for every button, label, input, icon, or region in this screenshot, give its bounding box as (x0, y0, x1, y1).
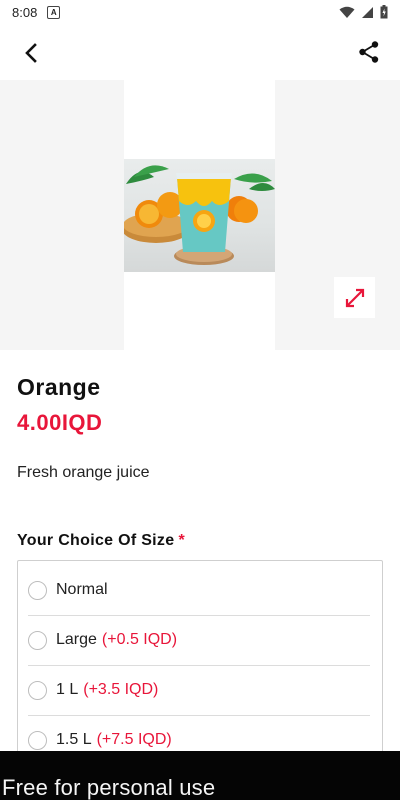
option-label: Large (56, 631, 97, 648)
option-label: 1 L (56, 681, 79, 698)
status-left: 8:08 A (12, 4, 61, 20)
option-extra: (+0.5 IQD) (101, 631, 178, 648)
battery-icon (380, 5, 388, 19)
size-title-text: Your Choice Of Size (17, 532, 175, 549)
product-price: 4.00IQD (17, 410, 103, 435)
option-label: 1.5 L (56, 731, 92, 748)
size-section-title: Your Choice Of Size * (17, 532, 185, 550)
banner-text: Free for personal use (2, 775, 216, 800)
status-right (339, 5, 388, 19)
app-bar (0, 24, 400, 80)
orange-juice-illustration (124, 165, 275, 265)
size-option-1l[interactable]: 1 L (+3.5 IQD) (28, 665, 370, 715)
status-time: 8:08 (12, 4, 38, 20)
expand-icon (345, 288, 364, 307)
size-option-large[interactable]: Large (+0.5 IQD) (28, 615, 370, 665)
signal-icon (362, 6, 373, 18)
size-option-normal[interactable]: Normal (28, 565, 370, 615)
product-name: Orange (17, 374, 101, 400)
status-bar: 8:08 A (0, 0, 400, 24)
watermark-banner: Free for personal use (0, 751, 400, 800)
option-extra: (+3.5 IQD) (83, 681, 159, 698)
option-extra: (+7.5 IQD) (96, 731, 172, 748)
radio-button[interactable] (28, 580, 47, 600)
product-image[interactable] (124, 159, 275, 272)
option-label: Normal (56, 581, 108, 598)
share-icon (359, 41, 379, 63)
back-button[interactable] (18, 40, 44, 66)
wifi-icon (339, 6, 355, 18)
expand-button[interactable] (334, 277, 375, 318)
back-arrow-icon (25, 43, 37, 63)
radio-button[interactable] (28, 630, 47, 650)
radio-button[interactable] (28, 730, 47, 750)
a-badge-icon: A (47, 5, 61, 19)
product-image-area (0, 80, 400, 350)
share-button[interactable] (356, 39, 382, 65)
size-options-list: Normal Large (+0.5 IQD) 1 L (+3.5 IQD) 1… (17, 560, 383, 760)
required-star: * (178, 532, 185, 549)
product-description: Fresh orange juice (17, 464, 150, 481)
radio-button[interactable] (28, 680, 47, 700)
